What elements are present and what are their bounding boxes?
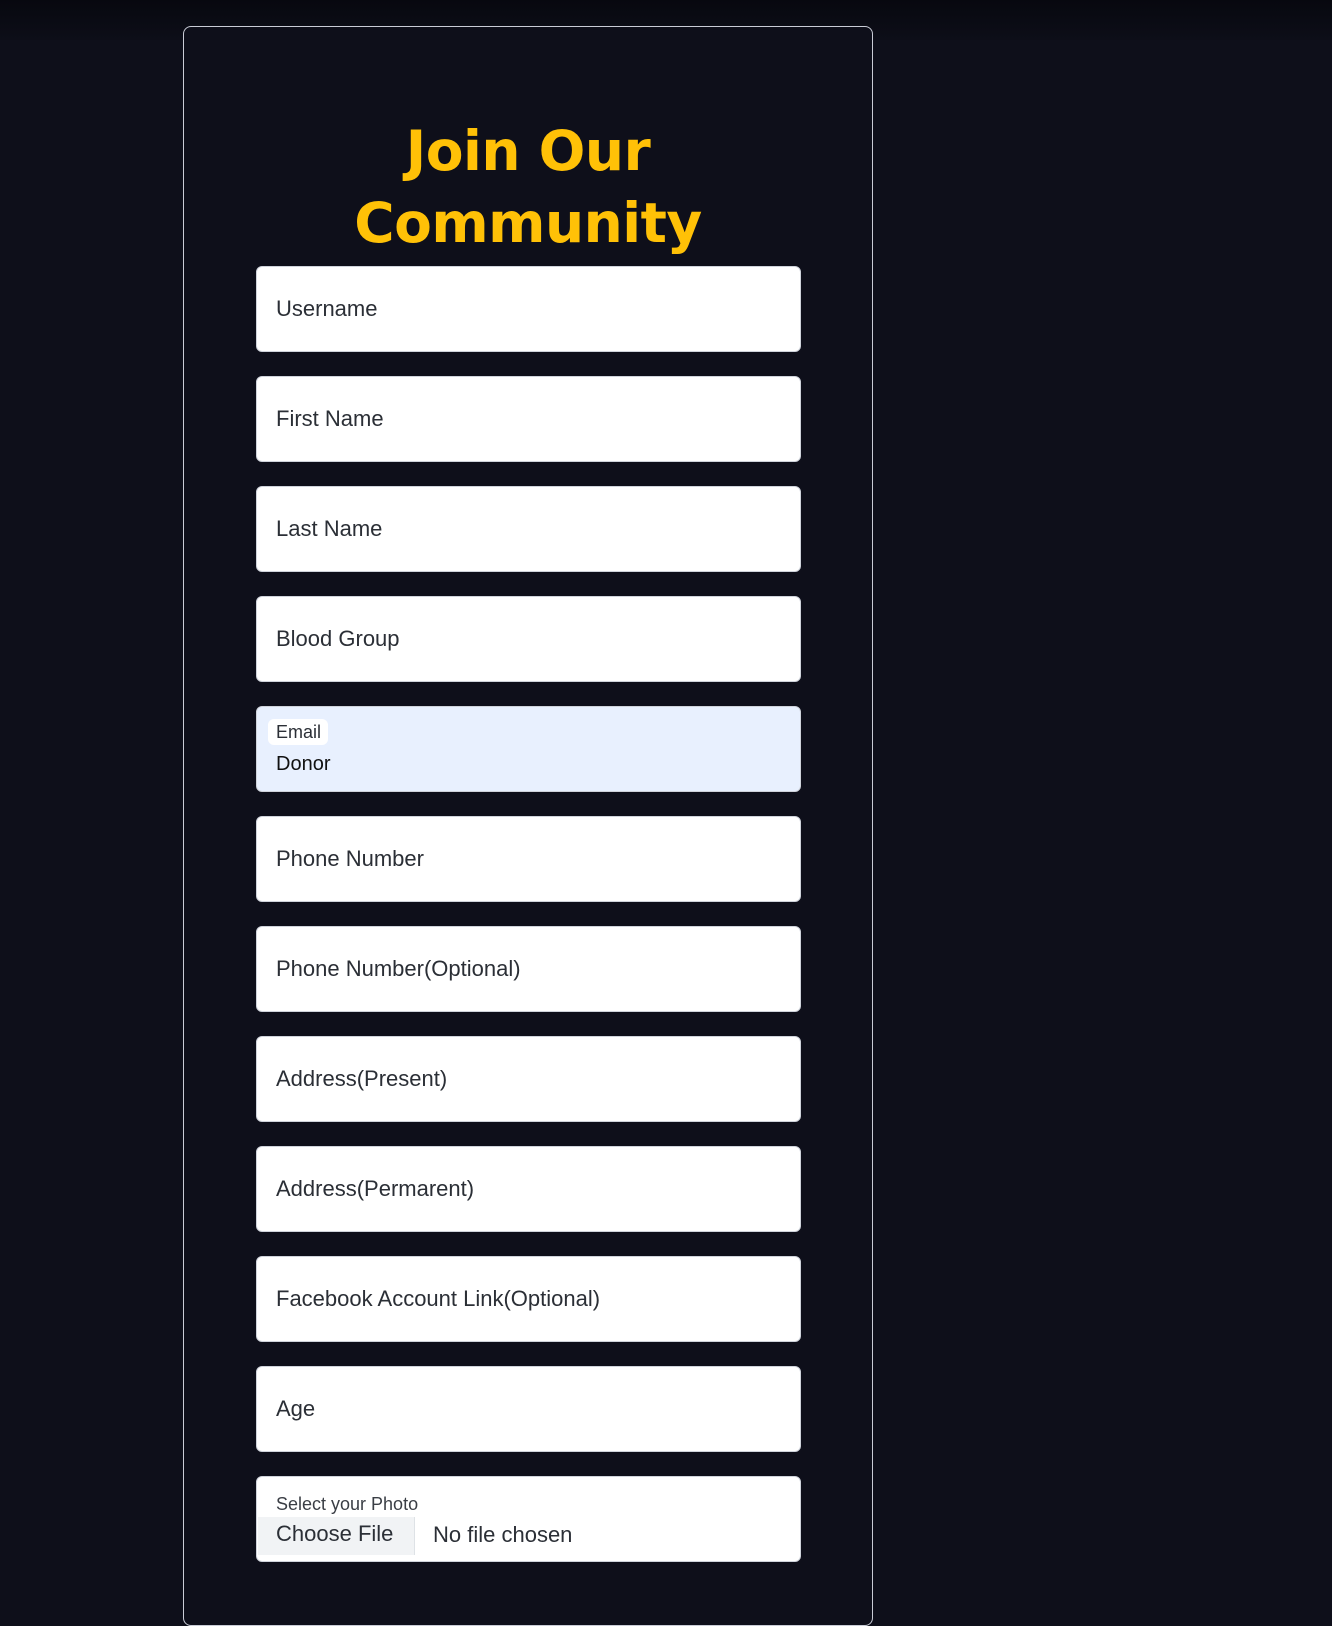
address-permanent-input[interactable]: Address(Permarent)	[256, 1146, 801, 1232]
email-label: Email	[268, 719, 329, 745]
photo-upload-field: Select your Photo Choose File No file ch…	[256, 1476, 801, 1562]
last-name-label: Last Name	[276, 516, 383, 541]
email-input[interactable]: Email Donor	[256, 706, 801, 792]
address-present-input[interactable]: Address(Present)	[256, 1036, 801, 1122]
username-label: Username	[276, 296, 378, 321]
photo-label: Select your Photo	[276, 1494, 419, 1514]
blood-group-input[interactable]: Blood Group	[256, 596, 801, 682]
signup-card: Join Our Community Username First Name L…	[183, 26, 873, 1626]
title-line-1: Join Our	[405, 119, 651, 183]
first-name-input[interactable]: First Name	[256, 376, 801, 462]
choose-file-button[interactable]: Choose File	[258, 1517, 415, 1555]
facebook-link-label: Facebook Account Link(Optional)	[276, 1286, 601, 1311]
blood-group-label: Blood Group	[276, 626, 400, 651]
address-permanent-label: Address(Permarent)	[276, 1176, 475, 1201]
address-present-label: Address(Present)	[276, 1066, 448, 1091]
last-name-input[interactable]: Last Name	[256, 486, 801, 572]
username-input[interactable]: Username	[256, 266, 801, 352]
page-title: Join Our Community	[184, 115, 872, 259]
file-status: No file chosen	[433, 1522, 573, 1547]
age-label: Age	[276, 1396, 316, 1421]
age-input[interactable]: Age	[256, 1366, 801, 1452]
phone-number-label: Phone Number	[276, 846, 424, 871]
facebook-link-input[interactable]: Facebook Account Link(Optional)	[256, 1256, 801, 1342]
first-name-label: First Name	[276, 406, 384, 431]
phone-number-optional-label: Phone Number(Optional)	[276, 956, 521, 981]
phone-number-input[interactable]: Phone Number	[256, 816, 801, 902]
title-line-2: Community	[354, 191, 702, 255]
email-value: Donor	[276, 753, 331, 775]
phone-number-optional-input[interactable]: Phone Number(Optional)	[256, 926, 801, 1012]
